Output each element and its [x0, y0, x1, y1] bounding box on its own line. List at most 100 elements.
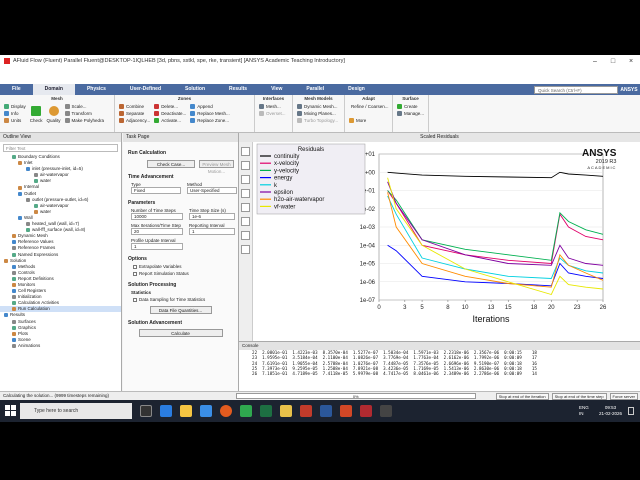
delete-button[interactable]: Delete...	[154, 103, 186, 110]
search-input[interactable]: Quick Search (Ctrl+F)	[534, 85, 618, 94]
store-icon[interactable]	[200, 405, 212, 417]
tree-node-icon	[12, 240, 16, 245]
legend-entry: x-velocity	[274, 161, 299, 167]
dynamic-mesh-button[interactable]: Dynamic Mesh...	[297, 103, 340, 110]
reporting-interval-input[interactable]: 1	[189, 228, 235, 235]
surface-create-button[interactable]: Create	[397, 103, 424, 110]
media-icon[interactable]	[360, 405, 372, 417]
combine-button[interactable]: Combine	[119, 103, 150, 110]
scale-icon	[64, 104, 70, 109]
transform-button[interactable]: Transform	[64, 110, 105, 117]
select-icon[interactable]	[241, 203, 250, 212]
adapt-more-button[interactable]: More	[349, 117, 388, 124]
tab-results[interactable]: Results	[217, 84, 259, 95]
time-step-size-input[interactable]: 1e-6	[189, 213, 235, 220]
language-indicator[interactable]: ENG IN	[579, 405, 593, 417]
app-icon-green[interactable]	[240, 405, 252, 417]
display-button[interactable]: Display	[4, 103, 26, 110]
deactivate-button[interactable]: Deactivate...	[154, 110, 186, 117]
solution-processing-title: Solution Processing	[128, 282, 177, 288]
rotate-icon[interactable]	[241, 147, 250, 156]
refine-coarsen-button[interactable]: Refine / Coarsen...	[349, 103, 389, 110]
activate-button[interactable]: Activate...	[154, 117, 186, 124]
maximize-icon[interactable]: □	[604, 58, 622, 65]
profile-update-input[interactable]: 1	[131, 243, 183, 250]
view-icon[interactable]	[241, 231, 250, 240]
scale-button[interactable]: Scale...	[64, 103, 105, 110]
turbo-topology-button[interactable]: Turbo Topology...	[297, 117, 340, 124]
clock-date: 21-02-2026	[598, 411, 622, 416]
legend-entry: energy	[274, 176, 292, 182]
replace-zone-button[interactable]: Replace Zone...	[190, 117, 230, 124]
task-view-icon[interactable]	[140, 405, 152, 417]
mixing-planes-button[interactable]: Mixing Planes...	[297, 110, 340, 117]
excel-icon[interactable]	[260, 405, 272, 417]
force-server-button[interactable]: Force server	[609, 392, 638, 400]
pan-icon[interactable]	[241, 161, 250, 170]
outline-filter-input[interactable]: Filter Text	[3, 144, 118, 152]
powerpoint-icon[interactable]	[340, 405, 352, 417]
windows-start-icon[interactable]	[5, 405, 16, 416]
report-simulation-status-checkbox[interactable]: Report Simulation Status	[133, 271, 238, 276]
replace-mesh-button[interactable]: Replace Mesh...	[190, 110, 230, 117]
close-icon[interactable]: ×	[622, 58, 640, 65]
outline-tree: Boundary Conditions Inlet inlet (pressure-…	[0, 154, 121, 349]
data-file-quantities-button[interactable]: Data File Quantities...	[149, 306, 212, 314]
overset-button[interactable]: Overset...	[259, 110, 288, 117]
separate-button[interactable]: Separate	[119, 110, 150, 117]
data-sampling-checkbox[interactable]: Data Sampling for Time Statistics	[133, 297, 238, 302]
clock[interactable]: 09:53 21-02-2026	[599, 405, 622, 417]
zoom-icon[interactable]	[241, 175, 250, 184]
axis-icon[interactable]	[241, 245, 250, 254]
fit-icon[interactable]	[241, 189, 250, 198]
check-case-button[interactable]: Check Case...	[147, 160, 195, 168]
stop-iteration-button[interactable]: Stop at end of the iteration	[495, 392, 549, 400]
separate-icon	[119, 111, 124, 116]
edge-icon[interactable]	[160, 405, 172, 417]
probe-icon[interactable]	[241, 217, 250, 226]
overset-icon	[259, 111, 264, 116]
type-select[interactable]: Fixed	[131, 187, 181, 194]
extrapolate-variables-checkbox[interactable]: Extrapolate Variables	[133, 264, 238, 269]
console-header: Console	[239, 342, 640, 350]
app-icon-dark[interactable]	[380, 405, 392, 417]
stop-time-step-button[interactable]: Stop at end of the time step	[551, 392, 607, 400]
file-explorer-icon[interactable]	[180, 405, 192, 417]
tab-user-defined[interactable]: User-Defined	[118, 84, 173, 95]
preview-mesh-motion-button[interactable]: Preview Mesh Motion...	[198, 160, 234, 174]
firefox-icon[interactable]	[220, 405, 232, 417]
info-button[interactable]: Info	[4, 110, 26, 117]
num-time-steps-input[interactable]: 10000	[131, 213, 183, 220]
taskbar-search-input[interactable]: Type here to search	[20, 403, 132, 419]
interfaces-mesh-button[interactable]: Mesh...	[259, 103, 288, 110]
notification-icon[interactable]	[628, 407, 634, 415]
max-iterations-input[interactable]: 20	[131, 228, 183, 235]
tab-solution[interactable]: Solution	[173, 84, 217, 95]
word-icon[interactable]	[320, 405, 332, 417]
check-button[interactable]: Check	[30, 103, 43, 124]
tab-design[interactable]: Design	[336, 84, 377, 95]
method-select[interactable]: User-Specified	[187, 187, 237, 194]
x-tick-label: 26	[600, 305, 607, 311]
tree-item[interactable]: Animations	[0, 343, 121, 349]
tree-node-icon	[12, 283, 16, 288]
fluent-icon[interactable]	[300, 405, 312, 417]
tab-file[interactable]: File	[0, 84, 33, 95]
transform-icon	[64, 111, 70, 116]
adapt-group: Adapt Refine / Coarsen... More	[345, 95, 393, 132]
adjacency-button[interactable]: Adjacency...	[119, 117, 150, 124]
quality-button[interactable]: Quality	[47, 103, 61, 124]
tab-physics[interactable]: Physics	[75, 84, 118, 95]
adapt-group-title: Adapt	[362, 96, 375, 101]
units-button[interactable]: Units	[4, 117, 26, 124]
surface-manage-button[interactable]: Manage...	[397, 110, 424, 117]
minimize-icon[interactable]: –	[586, 58, 604, 65]
window-title: AFluid Flow (Fluent) Parallel Fluent@DES…	[13, 58, 345, 64]
tab-view[interactable]: View	[259, 84, 294, 95]
append-button[interactable]: Append	[190, 103, 230, 110]
make-polyhedra-button[interactable]: Make Polyhedra	[64, 117, 104, 124]
workbench-icon[interactable]	[280, 405, 292, 417]
tab-domain[interactable]: Domain	[32, 84, 75, 95]
calculate-button[interactable]: Calculate	[138, 329, 223, 337]
tab-parallel[interactable]: Parallel	[294, 84, 336, 95]
